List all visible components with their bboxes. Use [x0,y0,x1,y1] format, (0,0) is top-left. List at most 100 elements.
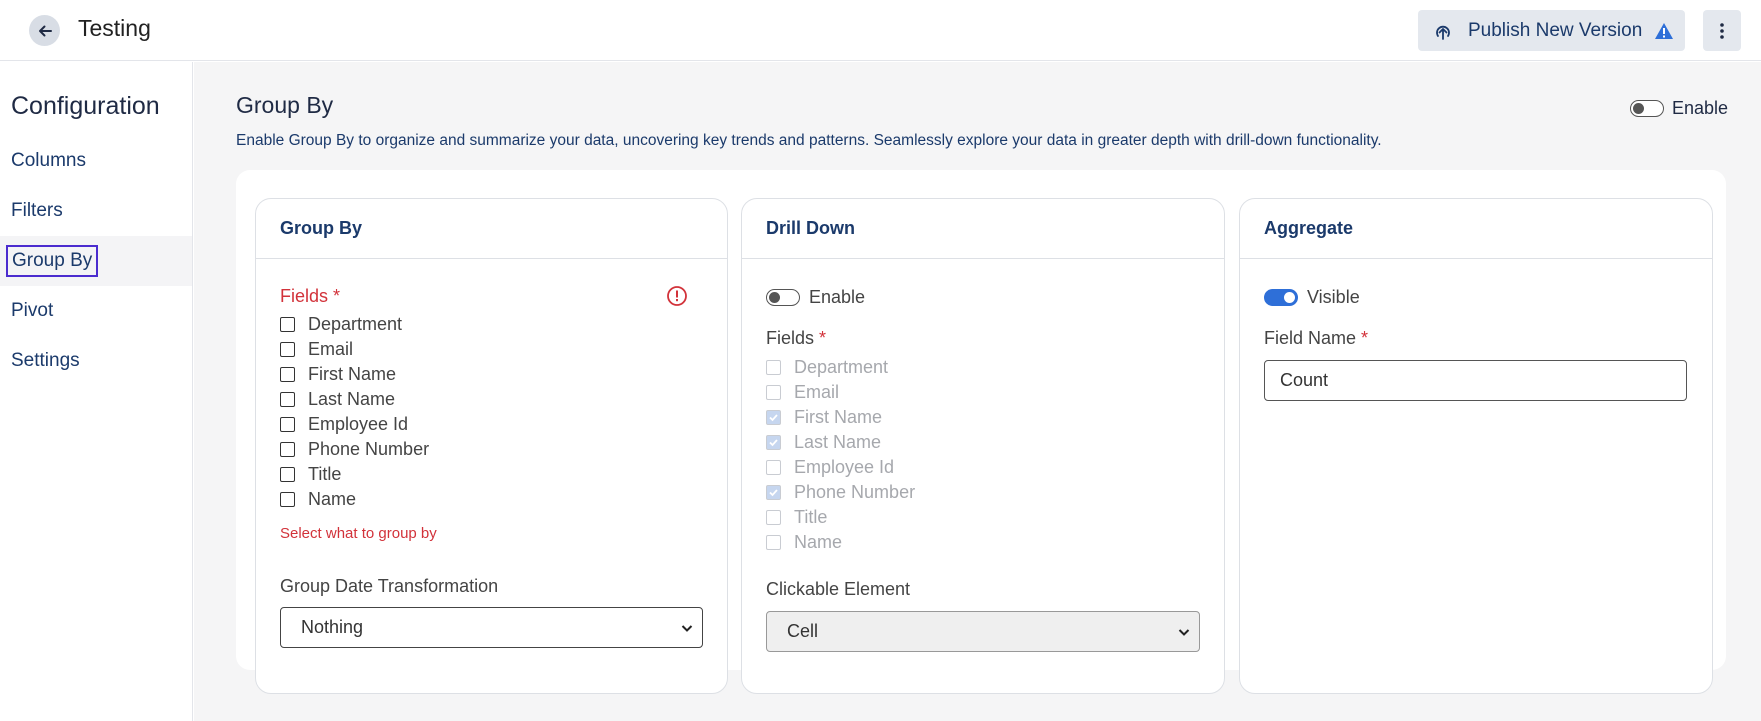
page-title: Group By [236,92,334,118]
aggregate-panel: Aggregate Visible Field Name * [1239,198,1713,694]
checkbox-label: First Name [794,407,883,427]
checkbox[interactable] [280,492,295,507]
drill-down-field-checkbox: Title [766,507,827,528]
checkbox[interactable] [280,467,295,482]
drill-down-field-checkbox: First Name [766,407,882,428]
checkbox [766,510,781,525]
checkbox[interactable] [280,367,295,382]
toggle-switch[interactable] [1264,289,1298,306]
checkbox [766,485,781,500]
checkbox-label: Email [308,339,354,359]
drill-down-field-checkbox: Email [766,382,839,403]
date-transform-label: Group Date Transformation [280,576,499,596]
warning-icon [1655,22,1674,39]
back-button[interactable] [29,15,60,46]
checkbox-label: Title [308,464,342,484]
top-header: Testing Publish New Version [0,0,1761,61]
publish-label: Publish New Version [1468,19,1643,41]
sidebar-item-columns[interactable]: Columns [0,136,192,186]
kebab-menu-icon [1720,22,1724,39]
checkbox-label: Name [308,489,357,509]
checkbox-label: Last Name [308,389,396,409]
sidebar-item-group-by[interactable]: Group By [0,236,192,286]
group-by-field-checkbox[interactable]: Title [280,464,341,485]
main-content: Group By Enable Group By to organize and… [194,62,1761,721]
select-value: Cell [787,621,819,641]
enable-label: Enable [809,287,866,307]
sidebar-item-settings[interactable]: Settings [0,336,192,386]
group-by-field-checkbox[interactable]: Employee Id [280,414,408,435]
toggle-switch[interactable] [766,289,800,306]
sidebar-item-label: Filters [11,200,63,221]
panel-title: Group By [256,199,727,259]
group-by-field-checkbox[interactable]: Last Name [280,389,395,410]
checkbox-label: Phone Number [794,482,916,502]
checkbox[interactable] [280,317,295,332]
field-name-input[interactable] [1264,360,1687,401]
group-by-enable-toggle[interactable]: Enable [1630,98,1728,119]
checkbox-label: Department [794,357,889,377]
checkbox [766,435,781,450]
checkbox-label: Employee Id [794,457,895,477]
group-by-field-checkbox[interactable]: Email [280,339,353,360]
panel-title: Aggregate [1240,199,1712,259]
checkbox-label: Email [794,382,840,402]
drill-down-field-checkbox: Name [766,532,842,553]
sidebar-item-label: Group By [5,245,99,277]
group-by-field-checkbox[interactable]: First Name [280,364,396,385]
checkbox[interactable] [280,442,295,457]
checkbox [766,535,781,550]
date-transform-select[interactable]: Nothing [280,607,703,648]
group-by-field-checkbox[interactable]: Phone Number [280,439,429,460]
chevron-down-icon [1178,629,1190,636]
visible-label: Visible [1307,287,1360,307]
panel-title: Drill Down [742,199,1224,259]
select-value: Nothing [301,617,364,637]
drill-down-field-checkbox: Phone Number [766,482,915,503]
sidebar-title: Configuration [11,92,160,120]
group-by-error-text: Select what to group by [280,525,437,542]
checkbox-label: Name [794,532,843,552]
fields-label: Fields * [766,328,827,348]
checkbox [766,410,781,425]
checkbox-label: Employee Id [308,414,409,434]
checkbox [766,460,781,475]
drill-down-panel: Drill Down Enable Fields * Department Ema… [741,198,1225,694]
field-name-label: Field Name * [1264,328,1369,348]
clickable-element-label: Clickable Element [766,579,911,599]
checkbox-label: Department [308,314,403,334]
drill-down-field-checkbox: Employee Id [766,457,894,478]
checkbox-label: Phone Number [308,439,430,459]
sidebar-item-label: Pivot [11,300,54,321]
chevron-down-icon [681,625,693,632]
arrow-left-icon [38,25,52,36]
checkbox[interactable] [280,417,295,432]
drill-down-enable-toggle[interactable]: Enable [766,287,865,308]
checkbox-label: Title [794,507,828,527]
toggle-switch[interactable] [1630,100,1664,117]
more-options-button[interactable] [1703,10,1741,51]
checkbox[interactable] [280,392,295,407]
enable-label: Enable [1672,98,1729,118]
sidebar-item-label: Settings [11,350,80,371]
sidebar-item-label: Columns [11,150,86,171]
checkbox [766,360,781,375]
group-by-field-checkbox[interactable]: Name [280,489,356,510]
drill-down-field-checkbox: Last Name [766,432,881,453]
checkbox-label: First Name [308,364,397,384]
checkbox[interactable] [280,342,295,357]
visible-toggle[interactable]: Visible [1264,287,1360,308]
checkbox [766,385,781,400]
sidebar-item-filters[interactable]: Filters [0,186,192,236]
page-description: Enable Group By to organize and summariz… [236,132,1382,149]
upload-icon [1436,25,1450,40]
group-by-panel: Group By Fields * Department Email First N… [255,198,728,694]
group-by-field-checkbox[interactable]: Department [280,314,402,335]
sidebar-item-pivot[interactable]: Pivot [0,286,192,336]
clickable-element-select[interactable]: Cell [766,611,1200,652]
sidebar: Configuration Columns Filters Group By P… [0,62,193,721]
error-icon [667,286,687,306]
drill-down-field-checkbox: Department [766,357,888,378]
publish-new-version-button[interactable]: Publish New Version [1418,10,1685,51]
fields-label: Fields * [280,286,341,306]
